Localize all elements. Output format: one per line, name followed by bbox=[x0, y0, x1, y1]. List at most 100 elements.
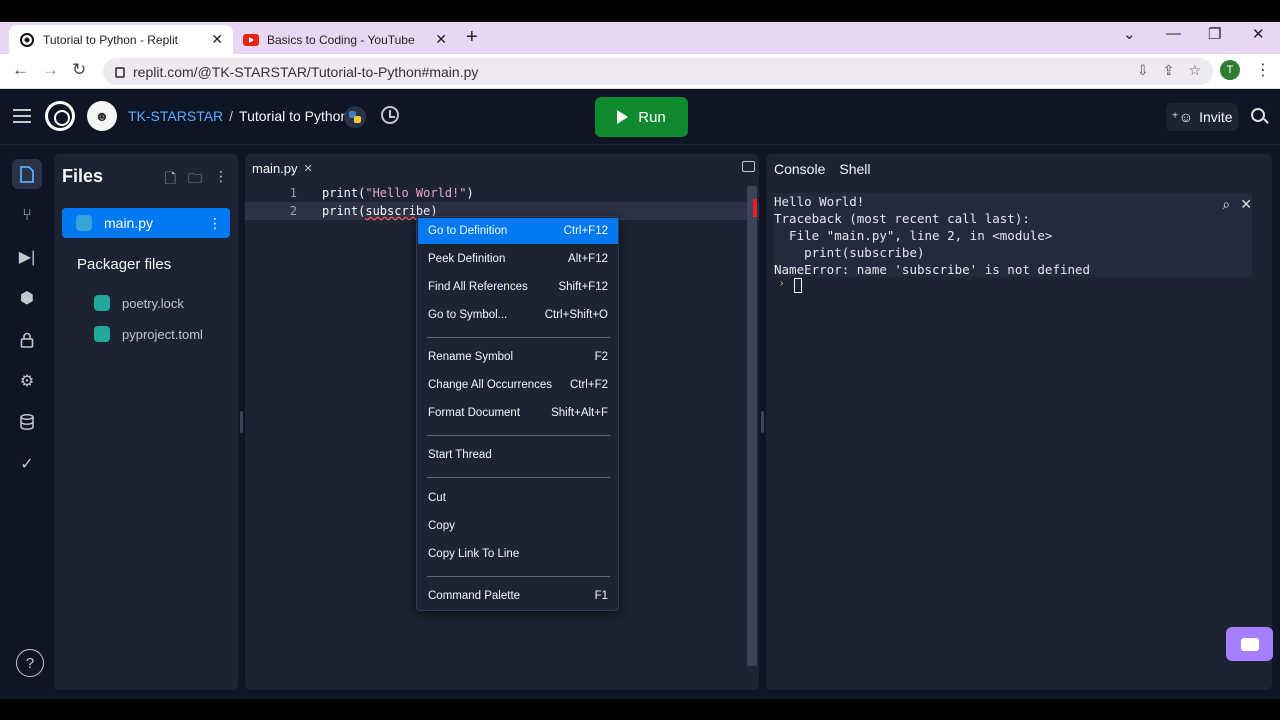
feedback-chat-button[interactable] bbox=[1226, 627, 1273, 661]
settings-gear-icon[interactable]: ⚙ bbox=[12, 366, 42, 396]
add-user-icon: ⁺☺ bbox=[1171, 108, 1194, 125]
run-label: Run bbox=[638, 108, 666, 126]
replit-logo-icon[interactable] bbox=[45, 101, 75, 131]
prompt-icon: › bbox=[780, 278, 784, 289]
files-resize-handle[interactable] bbox=[240, 411, 243, 433]
browser-tab-youtube[interactable]: Basics to Coding - YouTube ✕ bbox=[233, 25, 457, 54]
share-icon[interactable]: ⇪ bbox=[1163, 62, 1175, 79]
close-tab-icon[interactable]: ✕ bbox=[211, 31, 223, 48]
python-language-icon[interactable] bbox=[344, 106, 366, 128]
install-icon[interactable]: ⇩ bbox=[1137, 62, 1149, 79]
menu-item-cut[interactable]: Cut bbox=[418, 485, 618, 511]
menu-shortcut: Alt+F12 bbox=[568, 253, 608, 265]
new-folder-icon[interactable]: 🗀 bbox=[188, 168, 202, 192]
code-string: "Hello World!" bbox=[365, 186, 467, 200]
restore-icon[interactable]: ❐ bbox=[1208, 25, 1221, 43]
files-tool-icon[interactable] bbox=[12, 159, 42, 189]
menu-item-find-all-references[interactable]: Find All References Shift+F12 bbox=[418, 274, 618, 300]
file-item-main-py[interactable]: main.py ⋮ bbox=[62, 208, 230, 238]
packages-icon[interactable]: ⬢ bbox=[12, 283, 42, 313]
hamburger-menu-icon[interactable] bbox=[13, 109, 31, 127]
python-file-icon bbox=[94, 326, 110, 342]
menu-label: Go to Definition bbox=[428, 225, 508, 237]
checkmark-icon[interactable]: ✓ bbox=[12, 449, 42, 479]
menu-item-rename-symbol[interactable]: Rename Symbol F2 bbox=[418, 344, 618, 370]
search-icon[interactable]: ⌕ bbox=[1222, 196, 1230, 213]
menu-item-copy-link-to-line[interactable]: Copy Link To Line bbox=[418, 541, 618, 567]
browser-tab-replit[interactable]: Tutorial to Python - Replit ✕ bbox=[9, 25, 233, 54]
history-icon[interactable] bbox=[381, 106, 399, 124]
menu-item-start-thread[interactable]: Start Thread bbox=[418, 442, 618, 468]
menu-shortcut: Shift+Alt+F bbox=[551, 407, 608, 419]
editor-scrollbar[interactable] bbox=[747, 186, 757, 666]
file-item-pyproject-toml[interactable]: pyproject.toml bbox=[94, 326, 203, 342]
code-token: print( bbox=[322, 186, 366, 200]
youtube-favicon-icon bbox=[243, 32, 259, 48]
browser-tabbar: Tutorial to Python - Replit ✕ Basics to … bbox=[0, 22, 1280, 54]
minimize-icon[interactable]: — bbox=[1166, 25, 1181, 42]
tab-main-py[interactable]: main.py ✕ bbox=[252, 161, 313, 176]
error-marker bbox=[753, 199, 757, 217]
close-icon[interactable]: ✕ bbox=[304, 162, 313, 175]
new-tab-icon[interactable]: + bbox=[466, 27, 478, 47]
new-file-icon[interactable]: 🗋 bbox=[165, 168, 176, 192]
file-options-icon[interactable]: ⋮ bbox=[208, 215, 222, 232]
tab-search-icon[interactable]: ⌄ bbox=[1123, 25, 1136, 43]
menu-shortcut: Ctrl+F12 bbox=[563, 225, 608, 237]
menu-item-change-all-occurrences[interactable]: Change All Occurrences Ctrl+F2 bbox=[418, 372, 618, 398]
close-tab-icon[interactable]: ✕ bbox=[435, 31, 447, 48]
code-area[interactable]: 1 print("Hello World!") 2 print(subscrib… bbox=[245, 184, 759, 220]
code-token: print( bbox=[322, 204, 366, 218]
help-icon[interactable]: ? bbox=[16, 649, 44, 677]
browser-tab-title: Basics to Coding - YouTube bbox=[267, 32, 415, 47]
back-icon[interactable]: ← bbox=[12, 60, 29, 80]
menu-label: Command Palette bbox=[428, 590, 521, 602]
app-header: ☻ TK-STARSTAR / Tutorial to Python Run ⁺… bbox=[0, 89, 1280, 145]
menu-item-go-to-symbol[interactable]: Go to Symbol... Ctrl+Shift+O bbox=[418, 302, 618, 328]
menu-item-go-to-definition[interactable]: Go to Definition Ctrl+F12 bbox=[418, 218, 618, 244]
project-name[interactable]: Tutorial to Python bbox=[239, 108, 348, 124]
profile-avatar[interactable]: T bbox=[1220, 60, 1240, 80]
user-avatar[interactable]: ☻ bbox=[87, 101, 117, 131]
secrets-lock-icon[interactable] bbox=[12, 325, 42, 355]
console-cursor[interactable] bbox=[794, 278, 802, 293]
code-line[interactable]: 1 print("Hello World!") bbox=[245, 184, 759, 202]
code-token: ) bbox=[466, 186, 474, 200]
browser-menu-icon[interactable]: ⋮ bbox=[1255, 60, 1271, 80]
editor-layout-icon[interactable] bbox=[742, 161, 755, 172]
file-item-poetry-lock[interactable]: poetry.lock bbox=[94, 295, 184, 311]
version-control-icon[interactable]: ⑂ bbox=[12, 201, 42, 231]
play-icon bbox=[617, 110, 629, 124]
editor-resize-handle[interactable] bbox=[761, 411, 764, 433]
replit-app: ☻ TK-STARSTAR / Tutorial to Python Run ⁺… bbox=[0, 89, 1280, 699]
menu-item-command-palette[interactable]: Command Palette F1 bbox=[418, 583, 618, 609]
breadcrumb-separator: / bbox=[229, 108, 234, 124]
debugger-icon[interactable]: ▶| bbox=[12, 242, 42, 272]
invite-label: Invite bbox=[1199, 109, 1233, 125]
url-field[interactable]: replit.com/@TK-STARSTAR/Tutorial-to-Pyth… bbox=[103, 58, 1213, 85]
menu-item-peek-definition[interactable]: Peek Definition Alt+F12 bbox=[418, 246, 618, 272]
tool-rail: ⑂ ▶| ⬢ ⚙ ✓ ? bbox=[0, 145, 54, 699]
breadcrumb-owner[interactable]: TK-STARSTAR bbox=[128, 108, 223, 124]
file-name: main.py bbox=[104, 215, 154, 231]
packager-files-heading: Packager files bbox=[77, 256, 172, 273]
run-button[interactable]: Run bbox=[595, 97, 688, 137]
close-window-icon[interactable]: ✕ bbox=[1252, 25, 1265, 43]
menu-item-format-document[interactable]: Format Document Shift+Alt+F bbox=[418, 400, 618, 426]
tab-console[interactable]: Console bbox=[774, 161, 825, 177]
menu-item-copy[interactable]: Copy bbox=[418, 513, 618, 539]
line-number: 1 bbox=[289, 186, 297, 200]
database-icon[interactable] bbox=[12, 407, 42, 437]
editor-tab-label: main.py bbox=[252, 161, 298, 176]
forward-icon[interactable]: → bbox=[42, 60, 59, 80]
context-menu: Go to Definition Ctrl+F12 Peek Definition… bbox=[416, 216, 619, 611]
tab-shell[interactable]: Shell bbox=[839, 161, 870, 177]
menu-label: Go to Symbol... bbox=[428, 309, 508, 321]
invite-button[interactable]: ⁺☺ Invite bbox=[1166, 103, 1238, 131]
bookmark-star-icon[interactable]: ☆ bbox=[1188, 62, 1201, 79]
search-icon[interactable] bbox=[1251, 108, 1265, 122]
reload-icon[interactable]: ↻ bbox=[72, 60, 86, 80]
menu-label: Format Document bbox=[428, 407, 521, 419]
files-more-icon[interactable]: ⋮ bbox=[214, 168, 228, 192]
clear-console-icon[interactable]: ✕ bbox=[1240, 196, 1252, 213]
